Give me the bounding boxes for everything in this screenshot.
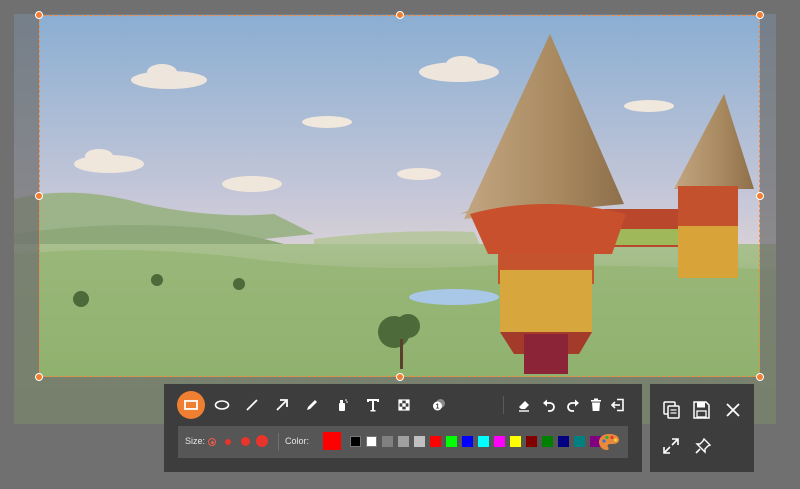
color-label: Color:	[285, 436, 310, 446]
toolbar-divider	[503, 396, 504, 414]
color-swatch[interactable]	[574, 436, 585, 447]
eraser-button[interactable]	[510, 391, 538, 419]
undo-icon	[543, 399, 555, 412]
arrow-icon	[276, 399, 288, 411]
eraser-icon	[519, 401, 529, 412]
svg-text:1: 1	[436, 404, 440, 411]
resize-handle-bottom-left[interactable]	[35, 373, 43, 381]
color-swatch[interactable]	[558, 436, 569, 447]
fullscreen-icon	[663, 438, 679, 454]
color-swatch[interactable]	[366, 436, 377, 447]
color-swatch[interactable]	[494, 436, 505, 447]
color-swatch[interactable]	[350, 436, 361, 447]
color-swatch[interactable]	[382, 436, 393, 447]
text-icon	[367, 399, 379, 412]
current-color-swatch[interactable]	[323, 432, 341, 450]
rectangle-tool[interactable]	[177, 391, 205, 419]
mosaic-tool[interactable]	[390, 391, 418, 419]
exit-icon	[610, 398, 624, 412]
rectangle-icon	[184, 400, 198, 410]
palette-icon	[599, 434, 619, 450]
pencil-icon	[307, 400, 317, 410]
color-swatch[interactable]	[430, 436, 441, 447]
callout-tool[interactable]: 1	[425, 391, 453, 419]
ellipse-tool[interactable]	[208, 391, 236, 419]
mosaic-icon	[398, 399, 410, 411]
redo-icon	[567, 399, 579, 412]
line-icon	[246, 399, 258, 411]
exit-button[interactable]	[604, 391, 632, 419]
capture-selection-region[interactable]	[39, 15, 760, 377]
copy-icon	[663, 401, 680, 419]
size-option-large[interactable]	[256, 435, 268, 447]
fullscreen-button[interactable]	[658, 433, 684, 459]
size-option-small[interactable]	[225, 439, 231, 445]
spray-tool[interactable]	[328, 391, 356, 419]
output-actions-panel	[650, 384, 754, 472]
pencil-tool[interactable]	[298, 391, 326, 419]
trash-icon	[591, 398, 601, 411]
resize-handle-right[interactable]	[756, 192, 764, 200]
line-tool[interactable]	[238, 391, 266, 419]
resize-handle-top[interactable]	[396, 11, 404, 19]
pin-button[interactable]	[690, 433, 716, 459]
size-option-smallest[interactable]	[208, 438, 216, 446]
arrow-tool[interactable]	[268, 391, 296, 419]
color-swatch[interactable]	[414, 436, 425, 447]
copy-button[interactable]	[658, 397, 684, 423]
ellipse-icon	[214, 400, 230, 410]
resize-handle-bottom[interactable]	[396, 373, 404, 381]
color-swatch[interactable]	[526, 436, 537, 447]
annotation-toolbar: 1 Size: Color:	[164, 384, 642, 472]
color-swatch[interactable]	[398, 436, 409, 447]
save-button[interactable]	[688, 397, 714, 423]
text-tool[interactable]	[359, 391, 387, 419]
color-swatch[interactable]	[510, 436, 521, 447]
resize-handle-bottom-right[interactable]	[756, 373, 764, 381]
resize-handle-left[interactable]	[35, 192, 43, 200]
color-swatch[interactable]	[542, 436, 553, 447]
palette-button[interactable]	[596, 429, 622, 455]
color-swatch[interactable]	[462, 436, 473, 447]
close-button[interactable]	[720, 397, 746, 423]
options-divider	[278, 433, 279, 451]
color-swatch[interactable]	[478, 436, 489, 447]
size-label: Size:	[185, 436, 206, 446]
resize-handle-top-right[interactable]	[756, 11, 764, 19]
resize-handle-top-left[interactable]	[35, 11, 43, 19]
size-option-medium[interactable]	[241, 437, 250, 446]
tool-options-bar: Size: Color:	[178, 426, 628, 458]
pin-icon	[695, 437, 712, 454]
color-swatch[interactable]	[446, 436, 457, 447]
callout-icon: 1	[433, 399, 445, 411]
spray-icon	[339, 399, 348, 411]
close-icon	[726, 403, 740, 417]
save-icon	[693, 401, 710, 419]
